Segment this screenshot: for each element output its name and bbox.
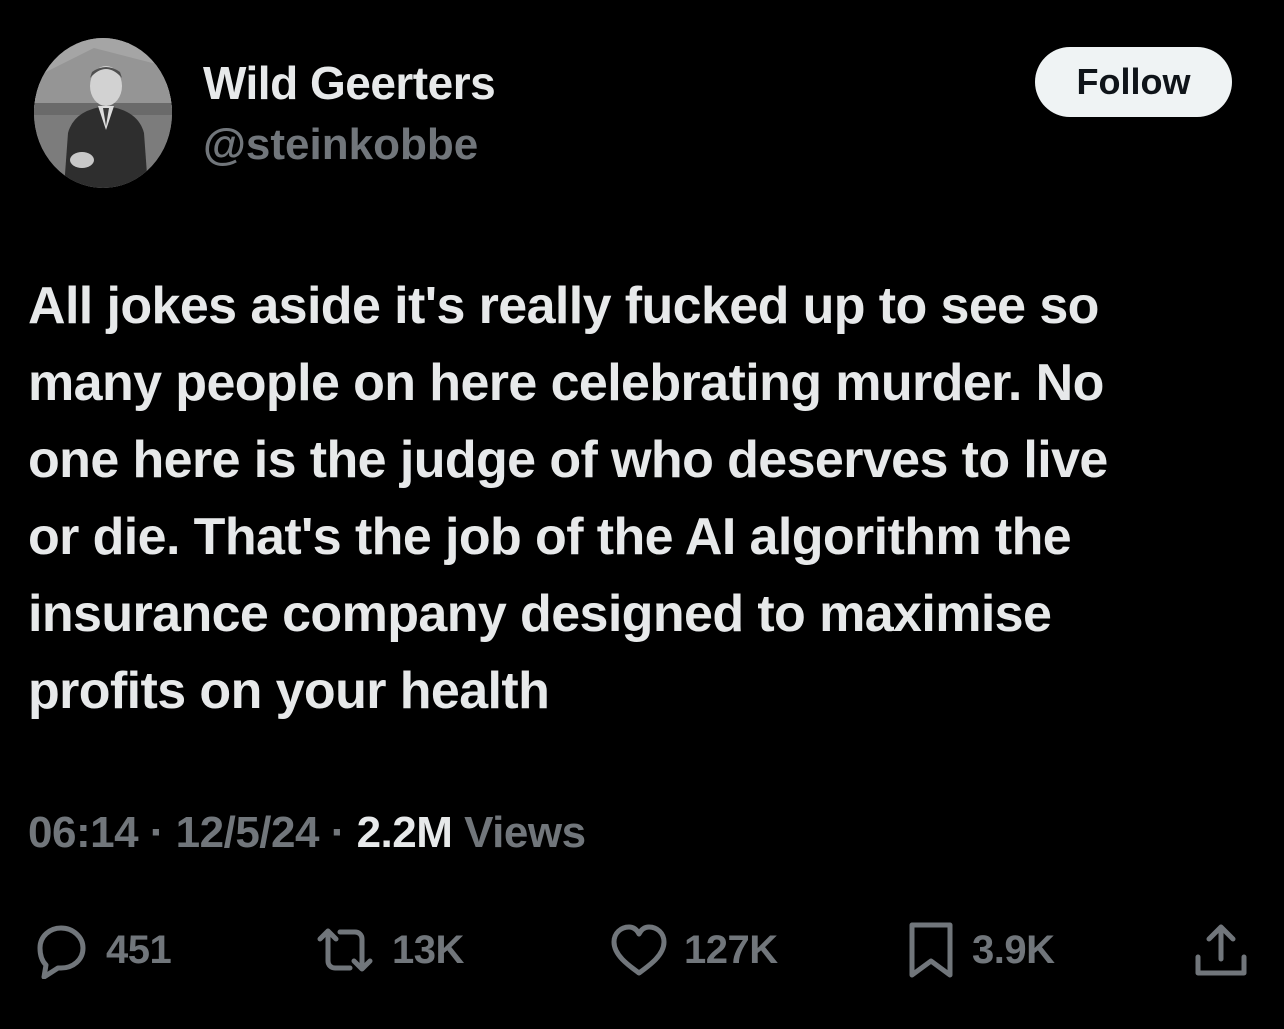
action-bar: 451 13K 127K 3.9K: [0, 915, 1284, 985]
tweet-text-line: profits on your health: [28, 662, 550, 720]
bookmark-icon: [909, 922, 953, 978]
retweet-button[interactable]: 13K: [312, 915, 464, 985]
share-button[interactable]: [1190, 915, 1252, 985]
bookmark-count: 3.9K: [972, 927, 1055, 972]
author-handle[interactable]: @steinkobbe: [203, 120, 478, 170]
views-count[interactable]: 2.2M: [357, 808, 453, 857]
meta-separator: ·: [318, 808, 357, 857]
retweet-count: 13K: [392, 927, 464, 972]
avatar-photo: [34, 38, 172, 188]
reply-count: 451: [106, 927, 172, 972]
tweet-card: Wild Geerters @steinkobbe Follow All jok…: [0, 0, 1284, 1029]
tweet-text-line: or die. That's the job of the AI algorit…: [28, 508, 1072, 566]
tweet-text: All jokes aside it's really fucked up to…: [28, 268, 1264, 730]
reply-button[interactable]: 451: [30, 915, 172, 985]
tweet-text-line: All jokes aside it's really fucked up to…: [28, 277, 1099, 335]
share-upload-icon: [1195, 924, 1247, 976]
tweet-meta: 06:14 · 12/5/24 · 2.2M Views: [28, 808, 586, 858]
reply-bubble-icon: [37, 925, 86, 979]
views-label[interactable]: Views: [452, 808, 586, 857]
bookmark-button[interactable]: 3.9K: [904, 915, 1055, 985]
tweet-text-line: many people on here celebrating murder. …: [28, 354, 1104, 412]
follow-button[interactable]: Follow: [1035, 47, 1232, 117]
like-count: 127K: [684, 927, 778, 972]
tweet-text-line: insurance company designed to maximise: [28, 585, 1052, 643]
heart-icon: [611, 924, 667, 976]
tweet-text-line: one here is the judge of who deserves to…: [28, 431, 1108, 489]
tweet-time[interactable]: 06:14: [28, 808, 139, 857]
author-display-name[interactable]: Wild Geerters: [203, 56, 496, 110]
tweet-date[interactable]: 12/5/24: [176, 808, 320, 857]
retweet-icon: [317, 928, 373, 972]
avatar[interactable]: [34, 38, 172, 188]
like-button[interactable]: 127K: [608, 915, 778, 985]
meta-separator: ·: [138, 808, 176, 857]
